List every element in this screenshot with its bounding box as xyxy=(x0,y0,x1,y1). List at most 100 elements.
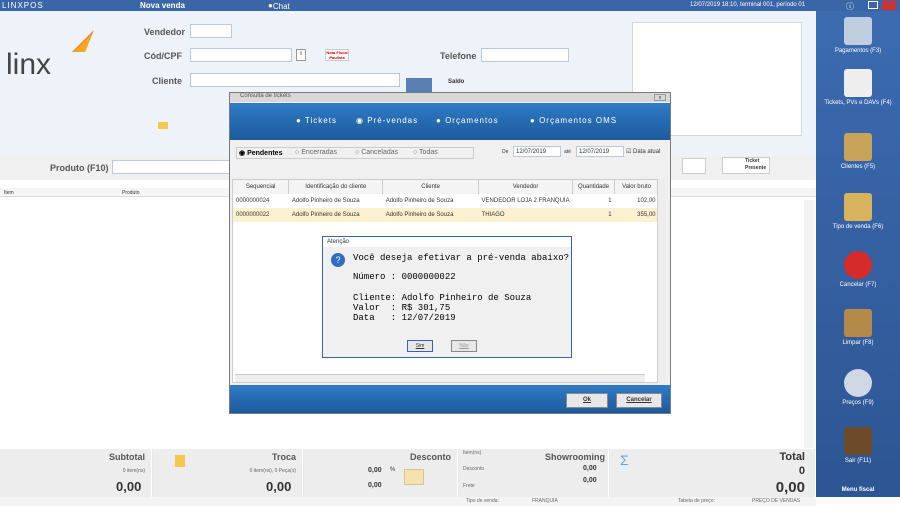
col-sequencial[interactable]: Sequencial xyxy=(233,180,290,194)
ticket-presente-label: Ticket Presente xyxy=(745,158,767,171)
mail-icon[interactable] xyxy=(158,122,168,129)
vertical-scrollbar[interactable] xyxy=(658,179,666,383)
nota-fiscal-paulista-logo: Nota Fiscal Paulista xyxy=(325,49,349,61)
tickets-button[interactable]: Tickets, PVs e DAVs (F4) xyxy=(816,69,900,106)
tab-label: Pré-vendas xyxy=(367,116,419,125)
produto-input[interactable] xyxy=(112,160,232,174)
col-quantidade[interactable]: Quantidade xyxy=(572,180,616,194)
minimize-icon[interactable] xyxy=(868,1,878,9)
de-date-input[interactable]: 12/07/2019 xyxy=(513,146,561,157)
data-atual-checkbox[interactable]: ☑ Data atual xyxy=(626,148,660,155)
cancelar-button[interactable]: Cancelar xyxy=(616,393,662,408)
cell-quantidade: 1 xyxy=(608,212,612,218)
tickets-table: Sequencial Identificação do cliente Clie… xyxy=(233,180,657,222)
col-cliente[interactable]: Cliente xyxy=(382,180,480,194)
filter-label: Encerradas xyxy=(301,149,337,156)
pagamentos-button[interactable]: Pagamentos (F3) xyxy=(816,17,900,54)
subtotal-panel: Subtotal 0 item(ns) 0,00 xyxy=(0,449,152,497)
sair-button[interactable]: Sair (F11) xyxy=(816,427,900,464)
troca-panel: Troca 0 item(ns), 0 Peça(s) 0,00 xyxy=(153,449,303,497)
ok-button[interactable]: Ok xyxy=(566,393,608,408)
cliente-input[interactable] xyxy=(190,73,400,87)
troca-value: 0,00 xyxy=(266,479,292,494)
tipo-venda-label: Tipo de venda: xyxy=(466,498,499,504)
sidebar-label: Clientes (F5) xyxy=(840,164,876,170)
ate-date-input[interactable]: 12/07/2019 xyxy=(576,146,624,157)
vendedor-input[interactable] xyxy=(190,24,232,38)
col-vendedor[interactable]: Vendedor xyxy=(478,180,574,194)
item-column-header: Item xyxy=(4,190,14,196)
clients-icon xyxy=(844,133,872,161)
ticket-presente-button[interactable]: Ticket Presente xyxy=(722,157,770,174)
tab-pre-vendas[interactable]: ◉ Pré-vendas xyxy=(356,116,418,125)
items-scrollbar[interactable] xyxy=(804,200,814,448)
limpar-button[interactable]: Limpar (F8) xyxy=(816,309,900,346)
confirm-question: Você deseja efetivar a pré-venda abaixo? xyxy=(353,253,570,263)
horizontal-scrollbar[interactable] xyxy=(235,374,645,382)
sidebar-label: Preços (F9) xyxy=(842,400,874,406)
gift-wrap-icon[interactable] xyxy=(682,158,706,174)
total-value: 0,00 xyxy=(775,479,805,496)
exit-door-icon xyxy=(844,427,872,455)
telefone-input[interactable] xyxy=(481,48,569,62)
precos-button[interactable]: Preços (F9) xyxy=(816,369,900,406)
filter-todas[interactable]: ○ Todas xyxy=(413,149,438,156)
tab-tickets[interactable]: ● Tickets xyxy=(296,116,337,125)
cell-identificacao: Adolfo Pinheiro de Souza xyxy=(291,212,360,218)
produto-column-header: Produto xyxy=(122,190,140,196)
produto-label: Produto (F10) xyxy=(50,163,109,173)
tipo-venda-button[interactable]: Tipo de venda (F6) xyxy=(816,193,900,230)
close-icon[interactable] xyxy=(882,1,896,10)
dialog-close-icon[interactable]: x xyxy=(654,94,666,101)
nao-button[interactable]: Não xyxy=(451,340,477,352)
cell-cliente: Adolfo Pinheiro de Souza xyxy=(385,198,454,204)
cell-vendedor: VENDEDOR LOJA 2 FRANQUIA xyxy=(481,198,570,204)
desconto-value[interactable]: 0,00 xyxy=(368,482,382,489)
filter-canceladas[interactable]: ○ Canceladas xyxy=(355,149,398,156)
cpf-label: Cód/CPF xyxy=(144,51,182,61)
tab-orcamentos[interactable]: ● Orçamentos xyxy=(436,116,499,125)
tab-orcamentos-oms[interactable]: ● Orçamentos OMS xyxy=(530,116,617,125)
troca-items: 0 item(ns), 0 Peça(s) xyxy=(249,468,296,474)
cell-vendedor: THIAGO xyxy=(481,212,505,218)
tickets-icon xyxy=(844,69,872,97)
col-identificacao[interactable]: Identificação do cliente xyxy=(288,180,384,194)
subtotal-label: Subtotal xyxy=(109,452,145,462)
sidebar-label: Limpar (F8) xyxy=(842,340,874,346)
vendedor-label: Vendedor xyxy=(144,27,186,37)
col-valor-bruto[interactable]: Valor bruto xyxy=(614,180,657,194)
tipo-venda-value: FRANQUIA xyxy=(532,498,558,504)
de-label: De xyxy=(502,149,509,155)
desconto-panel: Desconto 0,00 % 0,00 xyxy=(304,449,458,497)
discount-icon[interactable] xyxy=(404,469,424,485)
cell-cliente: Adolfo Pinheiro de Souza xyxy=(385,212,454,218)
confirm-data: Data : 12/07/2019 xyxy=(353,313,456,323)
cell-identificacao: Adolfo Pinheiro de Souza xyxy=(291,198,360,204)
sidebar-label: Cancelar (F7) xyxy=(839,282,877,288)
desconto-percent[interactable]: 0,00 xyxy=(368,467,382,474)
clientes-button[interactable]: Clientes (F5) xyxy=(816,133,900,170)
cancelar-button[interactable]: Cancelar (F7) xyxy=(816,251,900,288)
totals-bar: Subtotal 0 item(ns) 0,00 Troca 0 item(ns… xyxy=(0,449,816,497)
sidebar-label: Tipo de venda (F6) xyxy=(832,224,884,230)
cpf-input[interactable] xyxy=(190,48,292,62)
broom-icon xyxy=(844,309,872,337)
filter-label: Canceladas xyxy=(361,149,399,156)
table-row-selected[interactable]: 0000000022 Adolfo Pinheiro de Souza Adolfo… xyxy=(233,208,657,222)
filter-pendentes[interactable]: ◉ Pendentes xyxy=(239,149,282,157)
info-button[interactable]: i xyxy=(296,49,306,61)
total-label: Total xyxy=(779,451,805,463)
mode-title: Nova venda xyxy=(140,1,185,10)
filter-encerradas[interactable]: ○ Encerradas xyxy=(295,149,337,156)
cell-quantidade: 1 xyxy=(608,198,612,204)
table-row[interactable]: 0000000024 Adolfo Pinheiro de Souza Adolfo… xyxy=(233,194,657,208)
sidebar-label: Pagamentos (F3) xyxy=(834,48,882,54)
dialog-title: Consulta de tickets xyxy=(230,93,670,102)
client-search-button[interactable] xyxy=(406,78,432,92)
chat-support-link[interactable]: ● Chat Suporte Linx xyxy=(268,1,301,29)
sim-button[interactable]: Sim xyxy=(407,340,433,352)
desconto-label: Desconto xyxy=(409,452,451,462)
top-bar: LINXPOS Nova venda ● Chat Suporte Linx 1… xyxy=(0,0,900,29)
menu-fiscal-button[interactable]: Menu fiscal xyxy=(816,487,900,493)
troca-icon[interactable] xyxy=(175,455,185,467)
